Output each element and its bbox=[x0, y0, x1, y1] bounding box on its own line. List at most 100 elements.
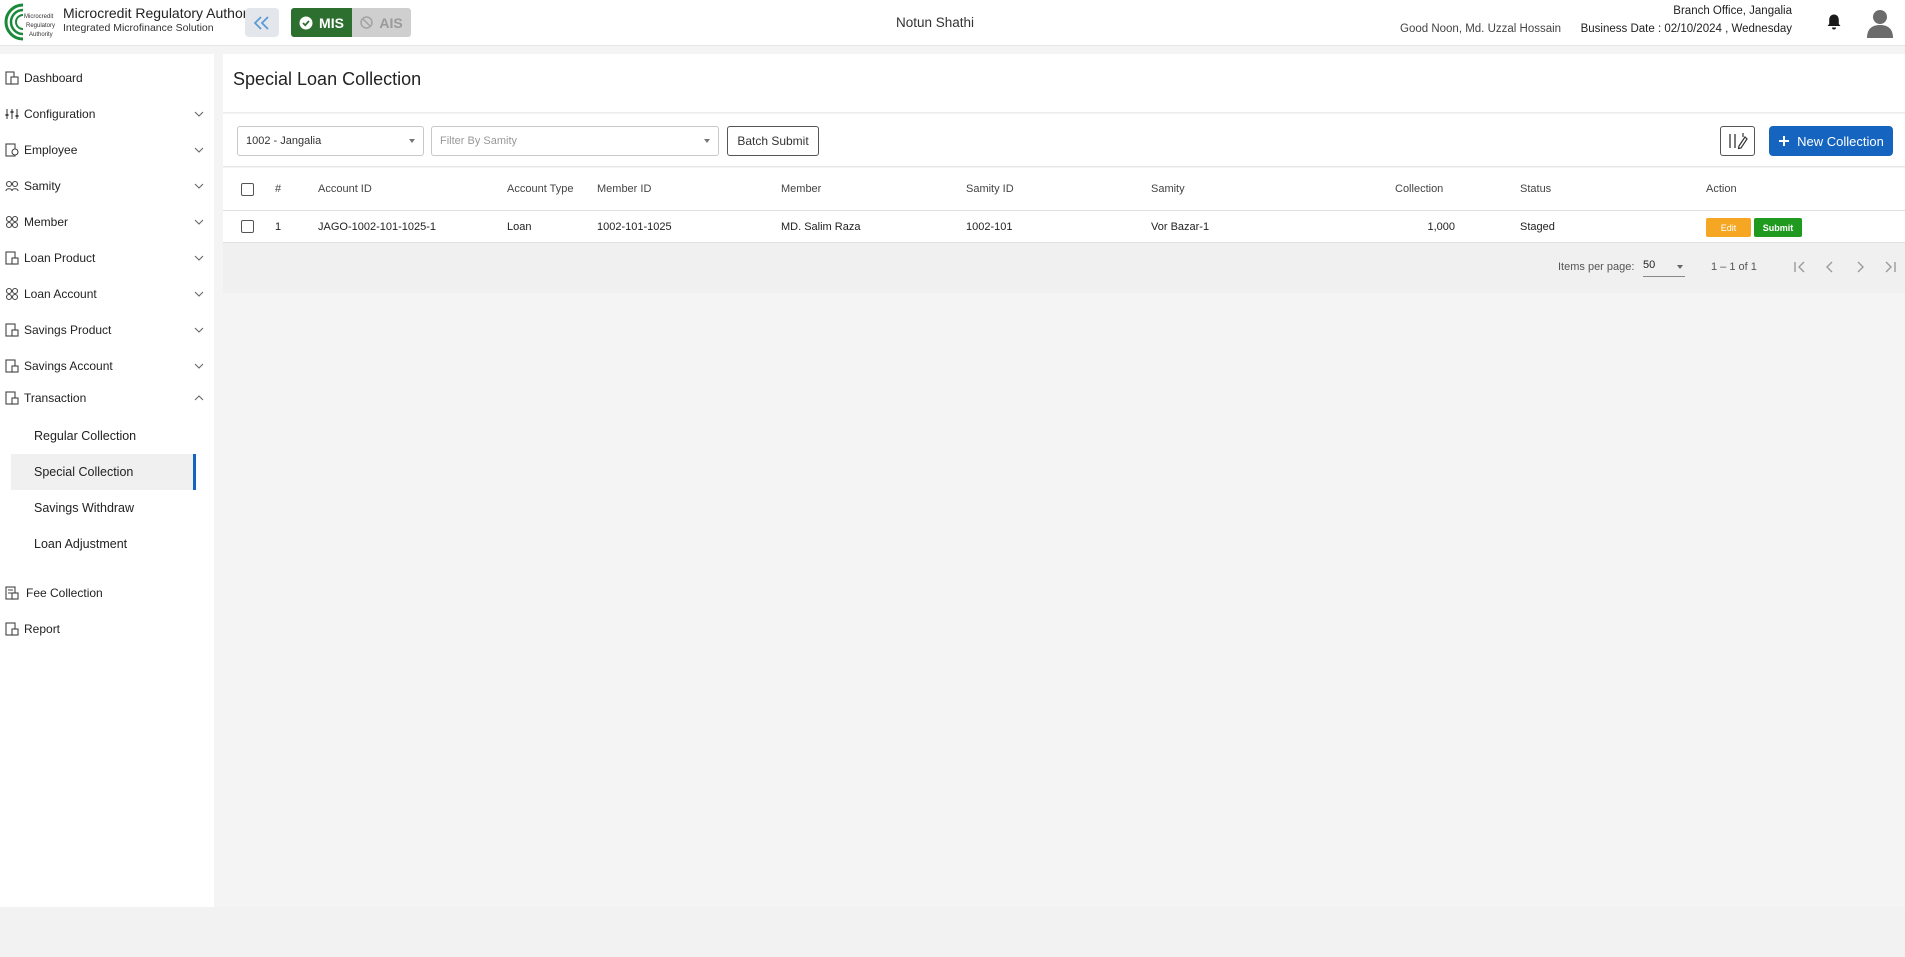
brand-title: Microcredit Regulatory Authority bbox=[63, 5, 262, 21]
items-per-page-value: 50 bbox=[1643, 259, 1656, 271]
items-per-page-label: Items per page: bbox=[1558, 261, 1635, 273]
chevron-down-icon bbox=[194, 363, 204, 369]
samity-filter-placeholder: Filter By Samity bbox=[440, 135, 518, 147]
batch-submit-button[interactable]: Batch Submit bbox=[727, 126, 819, 156]
samity-cell: Vor Bazar-1 bbox=[1151, 220, 1210, 233]
account-type-cell: Loan bbox=[507, 220, 532, 233]
sidebar-item-employee[interactable]: Employee bbox=[0, 135, 214, 165]
column-header-member: Member bbox=[781, 183, 822, 195]
previous-page-icon[interactable] bbox=[1822, 259, 1838, 275]
page-header: Special Loan Collection bbox=[223, 54, 1905, 113]
member-cell: MD. Salim Raza bbox=[781, 220, 861, 233]
double-chevron-left-icon bbox=[253, 15, 269, 30]
sidebar-item-savings-product[interactable]: Savings Product bbox=[0, 315, 214, 345]
loan-product-icon bbox=[5, 251, 19, 265]
notifications-button[interactable] bbox=[1826, 13, 1844, 33]
dropdown-caret-icon bbox=[409, 139, 415, 143]
checkbox-box bbox=[241, 220, 254, 233]
employee-icon bbox=[5, 143, 19, 157]
column-edit-button[interactable] bbox=[1720, 126, 1755, 156]
sidebar: Dashboard Configuration Employee Samity … bbox=[0, 54, 214, 907]
column-header-collection: Collection bbox=[1395, 183, 1444, 195]
branch-select[interactable]: 1002 - Jangalia bbox=[237, 126, 424, 156]
column-header-number: # bbox=[275, 183, 282, 195]
next-page-icon[interactable] bbox=[1852, 259, 1868, 275]
sidebar-item-label: Savings Product bbox=[24, 323, 112, 337]
chevron-down-icon bbox=[194, 219, 204, 225]
sidebar-item-samity[interactable]: Samity bbox=[0, 171, 214, 201]
samity-id-cell: 1002-101 bbox=[966, 220, 1013, 233]
sidebar-item-label: Member bbox=[24, 215, 69, 229]
chevron-down-icon bbox=[194, 291, 204, 297]
sidebar-item-report[interactable]: Report bbox=[0, 614, 214, 644]
table-row: 1 JAGO-1002-101-1025-1 Loan 1002-101-102… bbox=[223, 211, 1905, 243]
account-id-cell: JAGO-1002-101-1025-1 bbox=[318, 220, 437, 233]
user-greeting: Good Noon, Md. Uzzal Hossain bbox=[1400, 23, 1562, 35]
edit-button[interactable]: Edit bbox=[1706, 218, 1751, 237]
mra-logo: Microcredit Regulatory Authority bbox=[4, 3, 58, 41]
plus-icon bbox=[1779, 136, 1790, 146]
sidebar-item-savings-account[interactable]: Savings Account bbox=[0, 351, 214, 381]
sidebar-item-transaction[interactable]: Transaction bbox=[0, 383, 214, 413]
mode-ais-label: AIS bbox=[379, 14, 403, 31]
collection-table: # Account ID Account Type Member ID Memb… bbox=[223, 168, 1905, 243]
branch-select-value: 1002 - Jangalia bbox=[246, 135, 322, 147]
sidebar-item-label: Employee bbox=[24, 143, 78, 157]
chevron-down-icon bbox=[194, 147, 204, 153]
items-per-page-select[interactable]: 50 bbox=[1643, 259, 1685, 277]
sidebar-item-label: Savings Account bbox=[24, 359, 113, 373]
sidebar-item-label: Loan Account bbox=[24, 287, 97, 301]
organization-name: Notun Shathi bbox=[895, 15, 975, 30]
column-header-account-type: Account Type bbox=[507, 183, 574, 195]
sidebar-item-fee-collection[interactable]: Fee Collection bbox=[0, 578, 214, 608]
fee-icon bbox=[5, 586, 19, 600]
user-menu-button[interactable] bbox=[1866, 8, 1894, 38]
new-collection-button[interactable]: New Collection bbox=[1769, 126, 1893, 156]
checkbox-box bbox=[241, 182, 254, 196]
sidebar-subitem-regular-collection[interactable]: Regular Collection bbox=[11, 418, 196, 454]
top-header: Microcredit Regulatory Authority Microcr… bbox=[0, 0, 1905, 46]
last-page-icon[interactable] bbox=[1882, 259, 1898, 275]
sidebar-subitem-loan-adjustment[interactable]: Loan Adjustment bbox=[11, 526, 196, 562]
sidebar-item-configuration[interactable]: Configuration bbox=[0, 99, 214, 129]
mode-ais-toggle[interactable]: AIS bbox=[352, 8, 411, 37]
column-header-member-id: Member ID bbox=[597, 183, 652, 195]
page-range-label: 1 – 1 of 1 bbox=[1711, 261, 1757, 273]
sidebar-item-dashboard[interactable]: Dashboard bbox=[0, 63, 214, 93]
sidebar-subitem-label: Regular Collection bbox=[34, 429, 137, 443]
select-all-checkbox[interactable] bbox=[241, 168, 254, 210]
submit-button[interactable]: Submit bbox=[1754, 218, 1802, 237]
status-cell: Staged bbox=[1520, 220, 1555, 233]
member-id-cell: 1002-101-1025 bbox=[597, 220, 672, 233]
sidebar-subitem-label: Loan Adjustment bbox=[34, 537, 128, 551]
column-header-samity-id: Samity ID bbox=[966, 183, 1014, 195]
group-icon bbox=[5, 180, 19, 192]
sidebar-item-loan-product[interactable]: Loan Product bbox=[0, 243, 214, 273]
sidebar-collapse-button[interactable] bbox=[245, 8, 279, 37]
collection-amount-cell: 1,000 bbox=[1427, 220, 1455, 233]
sidebar-subitem-special-collection[interactable]: Special Collection bbox=[11, 454, 196, 490]
savings-account-icon bbox=[5, 359, 19, 373]
user-avatar-icon bbox=[1867, 10, 1893, 38]
new-collection-label: New Collection bbox=[1797, 133, 1884, 149]
loan-account-icon bbox=[5, 287, 19, 301]
edit-columns-icon bbox=[1728, 133, 1748, 150]
sidebar-item-label: Configuration bbox=[24, 107, 96, 121]
chevron-down-icon bbox=[194, 255, 204, 261]
paginator: Items per page: 50 1 – 1 of 1 bbox=[223, 243, 1905, 293]
samity-filter-select[interactable]: Filter By Samity bbox=[431, 126, 719, 156]
business-date: Business Date : 02/10/2024 , Wednesday bbox=[1580, 23, 1792, 35]
column-header-action: Action bbox=[1706, 183, 1737, 195]
dropdown-caret-icon bbox=[1677, 265, 1683, 269]
column-header-samity: Samity bbox=[1151, 183, 1185, 195]
sidebar-item-member[interactable]: Member bbox=[0, 207, 214, 237]
row-checkbox[interactable] bbox=[241, 211, 254, 242]
savings-product-icon bbox=[5, 323, 19, 337]
mode-mis-toggle[interactable]: MIS bbox=[291, 8, 352, 37]
chevron-down-icon bbox=[194, 327, 204, 333]
dashboard-icon bbox=[5, 71, 19, 85]
member-icon bbox=[5, 215, 19, 229]
sidebar-subitem-savings-withdraw[interactable]: Savings Withdraw bbox=[11, 490, 196, 526]
first-page-icon[interactable] bbox=[1792, 259, 1808, 275]
sidebar-item-loan-account[interactable]: Loan Account bbox=[0, 279, 214, 309]
